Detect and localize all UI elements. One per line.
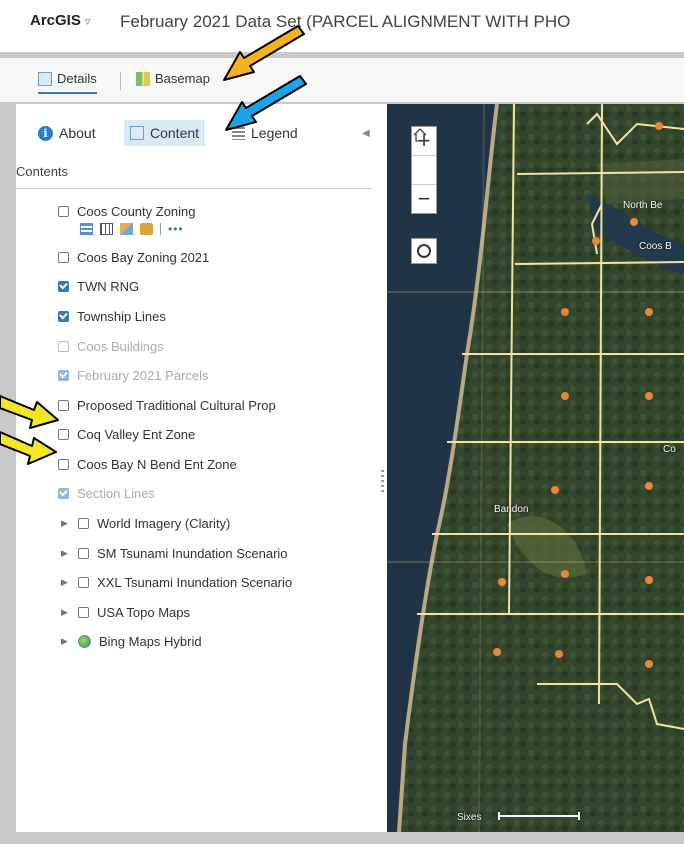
layer-tools: ••• [80,222,184,236]
yellow-arrow-icon [0,431,57,465]
expand-caret-icon[interactable]: ▶ [61,518,68,529]
home-button[interactable] [412,128,436,185]
layer-checkbox[interactable] [58,206,69,217]
tool-separator [160,223,161,235]
subtab-content-label: Content [150,125,200,141]
basemap-layer-item[interactable]: USA Topo Maps [78,605,190,620]
map-view[interactable]: + − North Be Coos B Bandon Co Sixes [387,104,684,832]
layer-label: TWN RNG [77,279,140,294]
contents-panel: i About Content Legend ◀ Contents Coos C… [16,104,387,832]
map-label: Co [663,444,676,455]
more-options-icon[interactable]: ••• [168,222,184,236]
layer-item[interactable]: Coos Bay Zoning 2021 [58,250,209,265]
tab-basemap-label: Basemap [155,71,210,86]
layer-checkbox[interactable] [58,341,69,352]
layer-label: Coos Bay Zoning 2021 [77,250,210,265]
subtab-about[interactable]: i About [32,120,102,146]
app-header: ArcGIS ▿ February 2021 Data Set (PARCEL A… [0,0,684,52]
layer-checkbox[interactable] [58,281,69,292]
home-icon [413,128,427,142]
basemap-grid-icon [136,71,150,86]
expand-caret-icon[interactable]: ▶ [61,636,68,647]
info-icon: i [38,125,53,141]
layer-item[interactable]: Coos Bay N Bend Ent Zone [58,457,237,472]
divider [16,188,372,189]
page-title: February 2021 Data Set (PARCEL ALIGNMENT… [120,12,571,31]
layer-item[interactable]: February 2021 Parcels [58,368,209,383]
layer-label: SM Tsunami Inundation Scenario [97,546,288,561]
zoom-out-button[interactable]: − [412,185,436,213]
map-label: Sixes [457,812,482,823]
layer-checkbox[interactable] [58,370,69,381]
layer-checkbox[interactable] [58,488,69,499]
map-label: Bandon [494,504,529,515]
collapse-panel-icon[interactable]: ◀ [362,128,370,139]
layer-checkbox[interactable] [78,577,89,588]
layer-checkbox[interactable] [78,518,89,529]
layer-item[interactable]: Coos County Zoning [58,204,196,219]
layer-checkbox[interactable] [78,607,89,618]
basemap-layer-item[interactable]: SM Tsunami Inundation Scenario [78,546,288,561]
layer-label: Coq Valley Ent Zone [77,427,196,442]
layer-label: Coos Buildings [77,339,164,354]
locate-icon [417,244,431,258]
layer-checkbox[interactable] [58,311,69,322]
map-label: Coos B [639,241,672,252]
expand-caret-icon[interactable]: ▶ [61,577,68,588]
blue-arrow-icon [225,75,307,131]
tab-separator [120,72,121,90]
basemap-layer-item[interactable]: World Imagery (Clarity) [78,516,230,531]
zoom-controls: + − [411,126,437,214]
layer-item[interactable]: Section Lines [58,486,155,501]
locate-button[interactable] [411,238,437,264]
basemap-layer-item[interactable]: Bing Maps Hybrid [78,634,202,649]
tab-basemap[interactable]: Basemap [136,71,210,86]
top-tab-bar: Details Basemap [0,58,684,102]
layer-item[interactable]: TWN RNG [58,279,139,294]
tab-details-label: Details [57,71,97,86]
basemap-layer-item[interactable]: XXL Tsunami Inundation Scenario [78,575,292,590]
subtab-content[interactable]: Content [124,120,206,146]
layer-label: XXL Tsunami Inundation Scenario [97,575,293,590]
layer-label: Proposed Traditional Cultural Prop [77,398,276,413]
change-style-icon[interactable] [120,223,133,235]
filter-icon[interactable] [140,223,153,235]
layer-checkbox[interactable] [78,548,89,559]
layer-item[interactable]: Coq Valley Ent Zone [58,427,195,442]
subtab-about-label: About [59,125,96,141]
layer-label: Coos Bay N Bend Ent Zone [77,457,237,472]
tab-details[interactable]: Details [38,71,97,94]
layer-checkbox[interactable] [58,252,69,263]
attribute-table-icon[interactable] [100,223,113,235]
expand-caret-icon[interactable]: ▶ [61,548,68,559]
layer-label: Section Lines [77,486,156,501]
layer-item[interactable]: Proposed Traditional Cultural Prop [58,398,276,413]
contents-heading: Contents [16,164,69,179]
layer-label: Township Lines [77,309,166,324]
show-table-icon[interactable] [80,223,93,235]
expand-caret-icon[interactable]: ▶ [61,607,68,618]
layer-label: Bing Maps Hybrid [99,634,202,649]
layer-label: Coos County Zoning [77,204,196,219]
panel-subtabs: i About Content Legend ◀ [16,114,387,150]
layer-label: February 2021 Parcels [77,368,209,383]
layer-label: USA Topo Maps [97,605,190,620]
globe-icon [78,635,91,648]
map-label: North Be [623,200,663,211]
details-icon [38,71,52,86]
content-icon [130,126,144,140]
layer-item[interactable]: Coos Buildings [58,339,164,354]
layer-label: World Imagery (Clarity) [97,516,231,531]
app-name[interactable]: ArcGIS ▿ [30,12,90,29]
panel-resize-handle[interactable] [381,470,384,494]
layer-item[interactable]: Township Lines [58,309,166,324]
app-menu-caret-icon[interactable]: ▿ [85,16,91,28]
